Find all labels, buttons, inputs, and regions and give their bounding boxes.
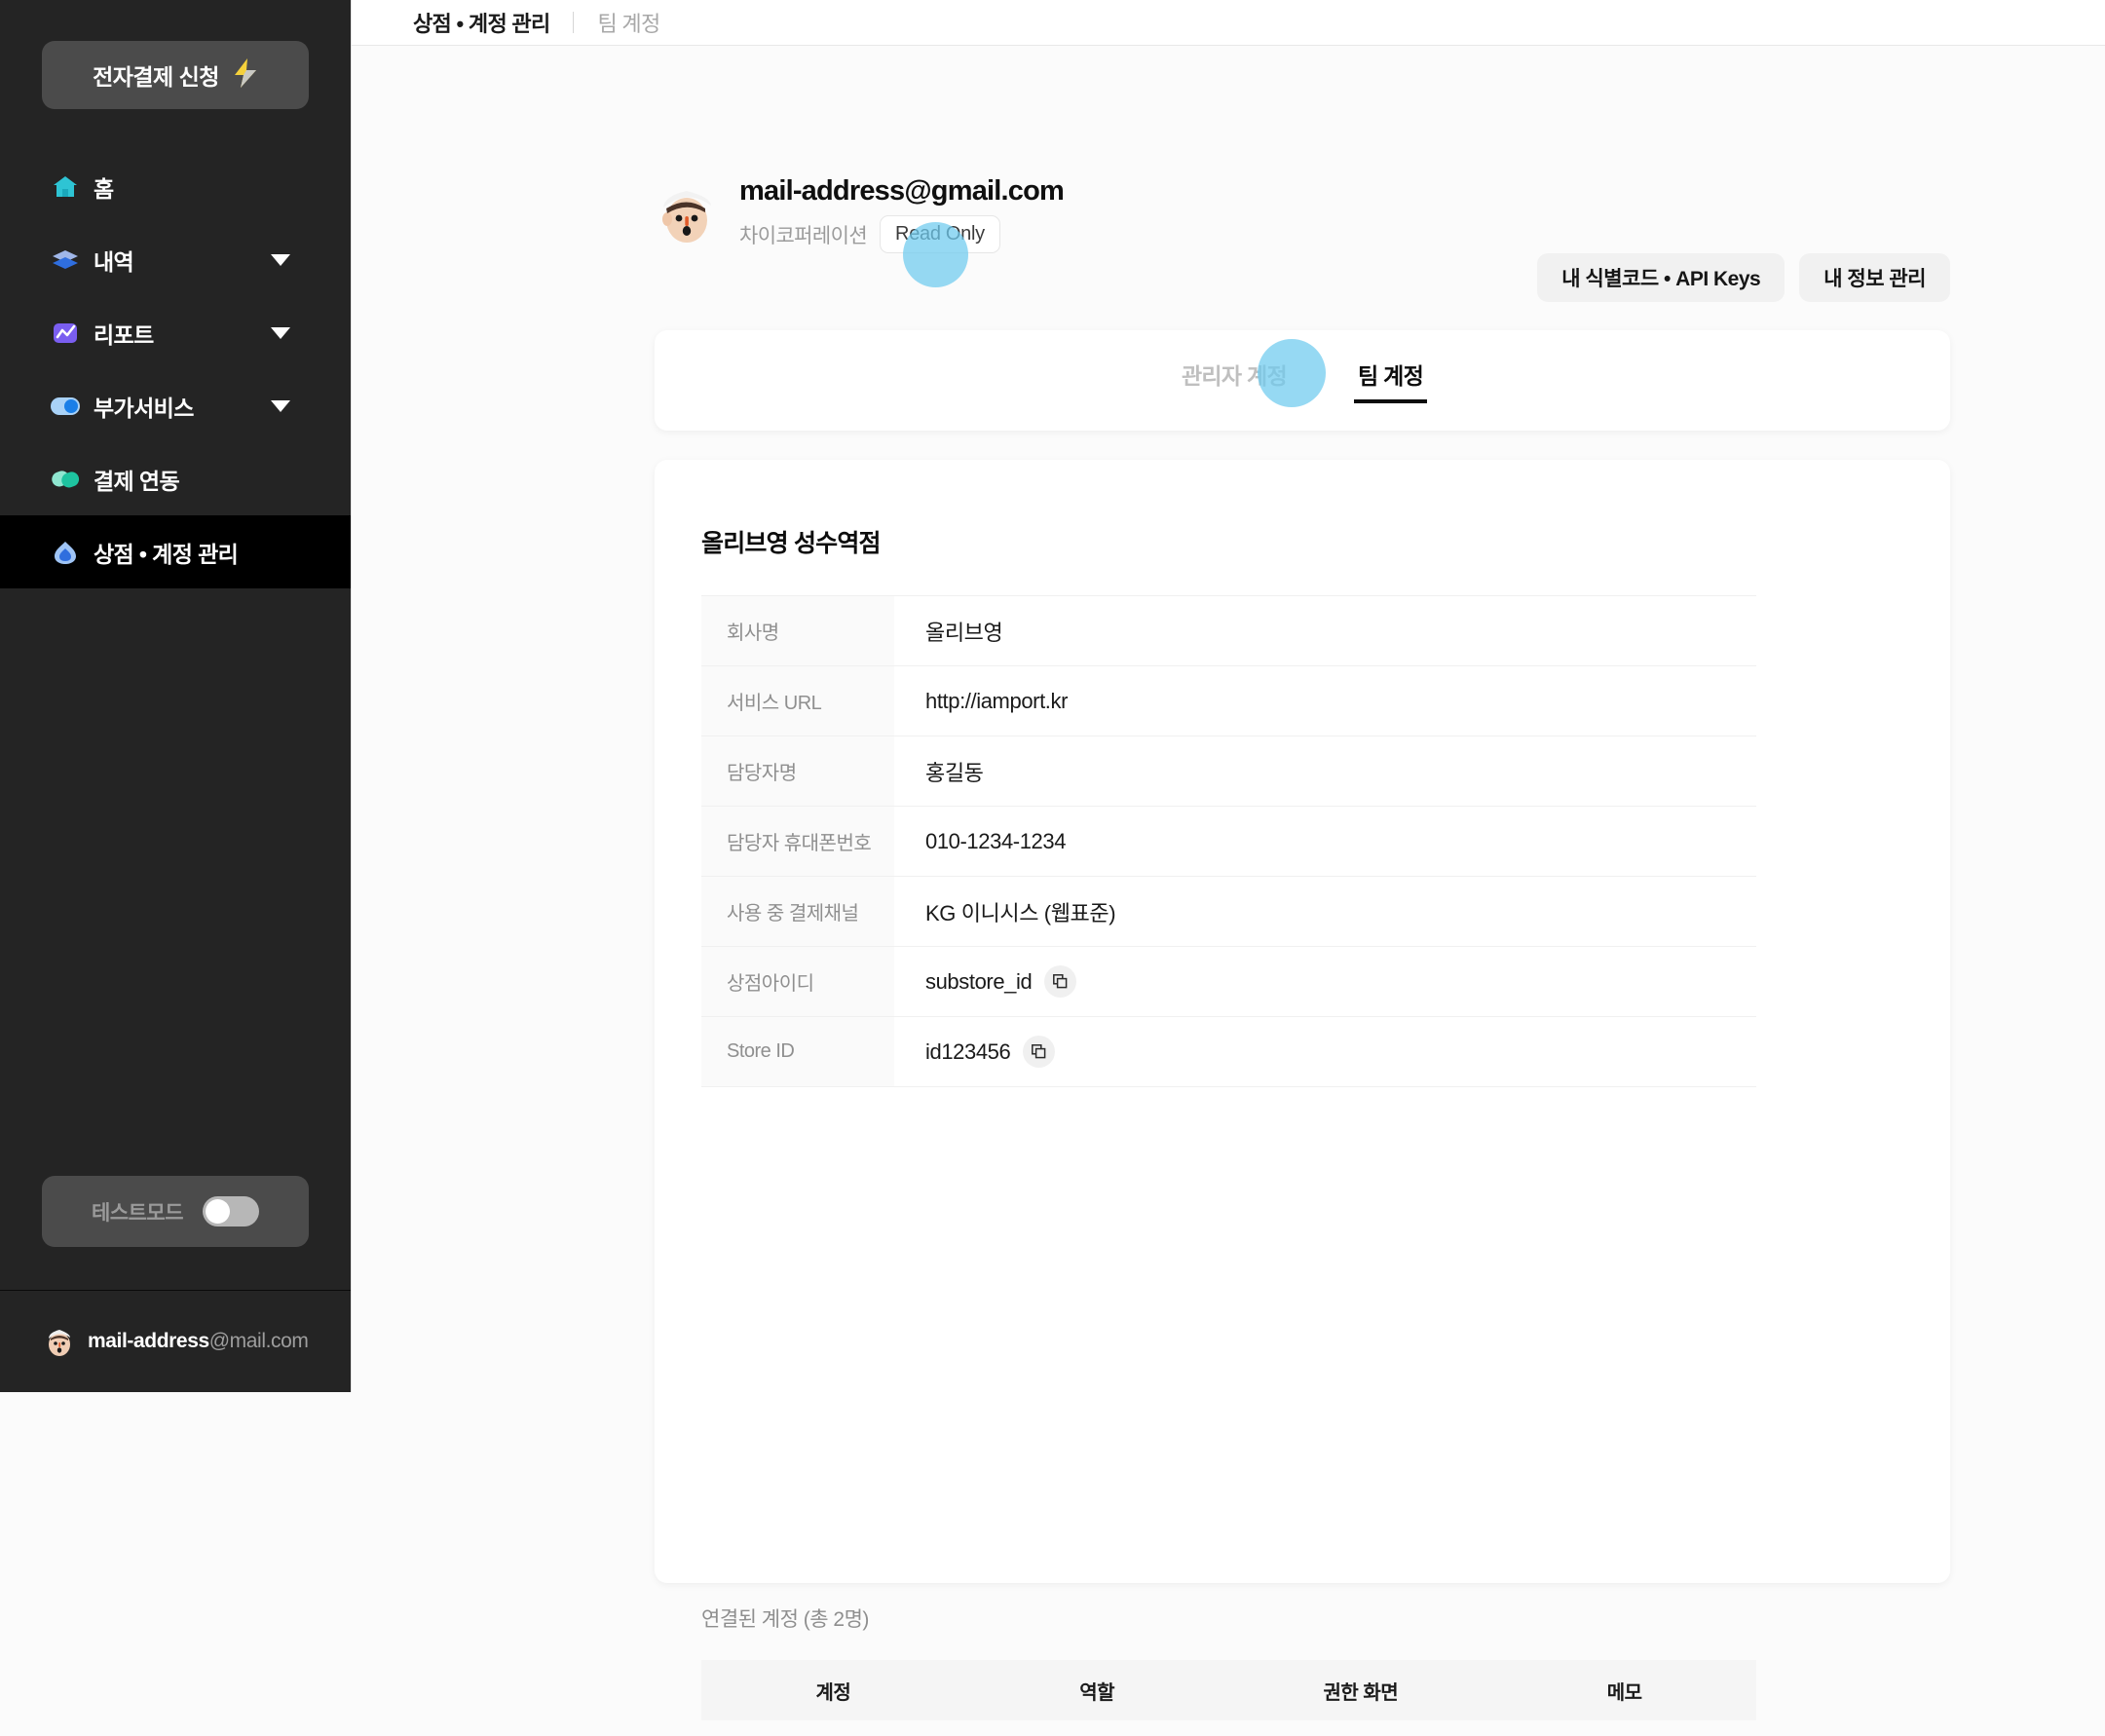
- testmode-toggle[interactable]: 테스트모드: [42, 1176, 309, 1247]
- info-value: 올리브영: [894, 595, 1756, 666]
- breadcrumb-divider: [573, 12, 575, 33]
- info-label: 담당자명: [701, 736, 894, 807]
- profile-subline: 차이코퍼레이션 Read Only: [739, 215, 1064, 253]
- info-value: 홍길동: [894, 736, 1756, 807]
- sidebar-account-footer[interactable]: mail-address@mail.com: [0, 1290, 351, 1392]
- sidebar-label-report: 리포트: [94, 321, 154, 348]
- cell-screens: 홈, 내역, 리포트, 계정관리: [1228, 1720, 1493, 1736]
- value-with-copy: substore_id: [925, 965, 1756, 998]
- tabs-card: 관리자 계정 팀 계정: [655, 330, 1950, 431]
- table-row: 담당자명 홍길동: [701, 736, 1756, 807]
- info-label: 상점아이디: [701, 946, 894, 1017]
- chevron-down-icon-history[interactable]: [271, 253, 290, 266]
- sidebar-account-email: mail-address@mail.com: [88, 1330, 309, 1353]
- chevron-down-icon-extra-services[interactable]: [271, 399, 290, 412]
- info-label: 담당자 휴대폰번호: [701, 806, 894, 877]
- table-row[interactable]: aa@gmail.com Manager 홈, 내역, 리포트, 계정관리 -: [701, 1720, 1756, 1736]
- column-header-account: 계정: [701, 1660, 965, 1720]
- profile-text: mail-address@gmail.com 차이코퍼레이션 Read Only: [739, 175, 1065, 253]
- info-value: 010-1234-1234: [894, 806, 1756, 877]
- sidebar-account-domain: @mail.com: [208, 1330, 309, 1352]
- store-info-table: 회사명 올리브영 서비스 URL http://iamport.kr 담당자명 …: [701, 595, 1756, 1087]
- tab-admin-account[interactable]: 관리자 계정: [1182, 358, 1288, 403]
- sidebar-label-home: 홈: [94, 175, 114, 202]
- breadcrumb-main[interactable]: 상점 • 계정 관리: [413, 7, 550, 38]
- table-row: 사용 중 결제채널 KG 이니시스 (웹표준): [701, 876, 1756, 947]
- sidebar-item-report[interactable]: 리포트: [0, 296, 351, 369]
- copy-icon-store-id[interactable]: [1023, 1036, 1056, 1068]
- info-value-cell: id123456: [894, 1016, 1756, 1087]
- info-value: http://iamport.kr: [894, 665, 1756, 736]
- sidebar-label-store-account: 상점 • 계정 관리: [94, 541, 239, 567]
- sidebar-item-home[interactable]: 홈: [0, 150, 351, 223]
- sidebar-label-extra-services: 부가서비스: [94, 395, 194, 421]
- sidebar: 전자결제 신청 홈 내역 리포트 부가서비스 결제 연동 상점 • 계정 관리 …: [0, 0, 352, 1392]
- table-row: 회사명 올리브영: [701, 595, 1756, 666]
- testmode-switch[interactable]: [203, 1196, 260, 1227]
- api-keys-button[interactable]: 내 식별코드 • API Keys: [1537, 253, 1785, 302]
- toggle-icon: [51, 392, 80, 421]
- app-root: 전자결제 신청 홈 내역 리포트 부가서비스 결제 연동 상점 • 계정 관리 …: [0, 0, 2105, 1736]
- sidebar-account-name: mail-address: [88, 1330, 209, 1352]
- table-row: Store ID id123456: [701, 1016, 1756, 1087]
- tab-team-account[interactable]: 팀 계정: [1353, 358, 1428, 403]
- apply-payment-button[interactable]: 전자결제 신청: [42, 41, 309, 109]
- avatar-profile: [655, 182, 719, 246]
- sidebar-label-history: 내역: [94, 248, 134, 275]
- sidebar-label-payment-integration: 결제 연동: [94, 468, 180, 494]
- linked-accounts-table: 계정 역할 권한 화면 메모 aa@gmail.com Manager 홈, 내…: [701, 1660, 1756, 1736]
- profile-email: mail-address@gmail.com: [739, 175, 1065, 207]
- role-badge[interactable]: Read Only: [880, 215, 1000, 253]
- table-row: 담당자 휴대폰번호 010-1234-1234: [701, 806, 1756, 877]
- breadcrumb-sub[interactable]: 팀 계정: [597, 7, 660, 38]
- sidebar-nav: 홈 내역 리포트 부가서비스 결제 연동 상점 • 계정 관리: [0, 150, 351, 588]
- cell-memo: -: [1492, 1720, 1756, 1736]
- table-header-row: 계정 역할 권한 화면 메모: [701, 1660, 1756, 1720]
- store-title: 올리브영 성수역점: [701, 530, 882, 557]
- info-value: substore_id: [925, 968, 1033, 994]
- chart-icon: [51, 319, 80, 348]
- bolt-icon: [233, 57, 258, 93]
- info-value: KG 이니시스 (웹표준): [894, 876, 1756, 947]
- linked-accounts-caption: 연결된 계정 (총 2명): [701, 1608, 869, 1631]
- cell-role: Manager: [964, 1720, 1229, 1736]
- info-label: Store ID: [701, 1016, 894, 1087]
- sidebar-item-store-account[interactable]: 상점 • 계정 관리: [0, 515, 351, 588]
- profile-header: mail-address@gmail.com 차이코퍼레이션 Read Only: [655, 170, 1950, 259]
- store-detail-card: 올리브영 성수역점 회사명 올리브영 서비스 URL http://iampor…: [655, 460, 1950, 1736]
- info-label: 사용 중 결제채널: [701, 876, 894, 947]
- my-info-button[interactable]: 내 정보 관리: [1799, 253, 1950, 302]
- info-value: id123456: [925, 1038, 1011, 1064]
- sidebar-item-history[interactable]: 내역: [0, 223, 351, 296]
- table-row: 서비스 URL http://iamport.kr: [701, 665, 1756, 736]
- layers-icon: [51, 245, 80, 275]
- info-label: 회사명: [701, 595, 894, 666]
- chevron-down-icon-report[interactable]: [271, 326, 290, 339]
- apply-payment-label: 전자결제 신청: [93, 64, 219, 90]
- info-label: 서비스 URL: [701, 665, 894, 736]
- topbar: 상점 • 계정 관리 팀 계정: [352, 0, 2105, 46]
- table-row: 상점아이디 substore_id: [701, 946, 1756, 1017]
- main-content: mail-address@gmail.com 차이코퍼레이션 Read Only…: [352, 46, 2105, 1736]
- info-value-cell: substore_id: [894, 946, 1756, 1017]
- link-icon: [51, 465, 80, 494]
- home-icon: [51, 172, 80, 202]
- header-actions: 내 식별코드 • API Keys 내 정보 관리: [1537, 253, 1950, 302]
- column-header-screens: 권한 화면: [1228, 1660, 1493, 1720]
- cloud-icon: [51, 538, 80, 567]
- column-header-role: 역할: [964, 1660, 1229, 1720]
- column-header-memo: 메모: [1492, 1660, 1756, 1720]
- sidebar-item-payment-integration[interactable]: 결제 연동: [0, 442, 351, 515]
- testmode-label: 테스트모드: [91, 1201, 184, 1225]
- cell-account: aa@gmail.com: [701, 1720, 965, 1736]
- avatar-sidebar: [43, 1325, 76, 1358]
- sidebar-item-extra-services[interactable]: 부가서비스: [0, 369, 351, 442]
- value-with-copy: id123456: [925, 1036, 1756, 1068]
- copy-icon-substore-id[interactable]: [1044, 965, 1077, 998]
- profile-corporation: 차이코퍼레이션: [739, 224, 868, 247]
